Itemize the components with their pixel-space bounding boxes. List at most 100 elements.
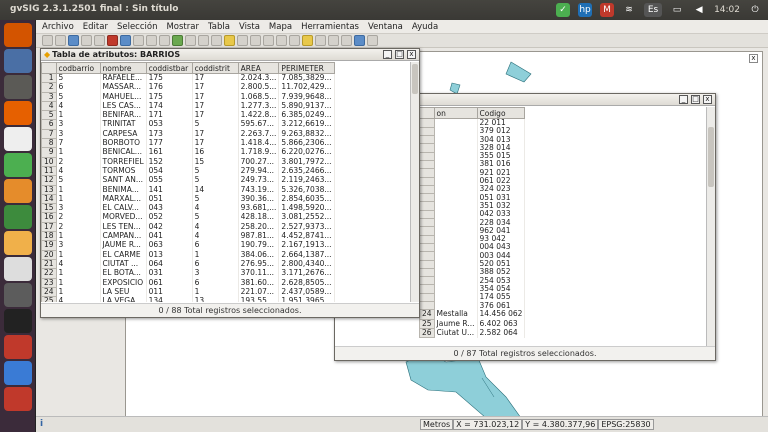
scroll-thumb[interactable] [708,127,714,187]
sum-icon[interactable] [276,35,287,46]
column-header[interactable]: PERIMETER [278,62,335,74]
table-cell[interactable] [434,268,478,277]
table-cell[interactable] [434,135,478,144]
table-cell[interactable]: LA SEU [100,287,147,297]
maximize-icon[interactable]: □ [691,95,700,104]
table-row[interactable]: 9 1 BENICAL... 161 16 1.718.9... 6.220,0276... [41,147,335,158]
table-cell[interactable]: 4 [192,222,239,232]
hp-icon[interactable]: hp [578,3,593,17]
table-cell[interactable]: 013 [146,250,193,260]
table-cell[interactable]: 17 [192,73,239,83]
table-cell[interactable]: 17 [192,138,239,148]
table-cell[interactable] [434,185,478,194]
table-cell[interactable]: 011 [146,287,193,297]
close-icon[interactable]: x [703,95,712,104]
table-cell[interactable]: 3.081,2552... [278,212,335,223]
table-cell[interactable]: 17 [192,110,239,120]
refresh-icon[interactable] [341,35,352,46]
table-row[interactable]: 26 Ciutat U... 2.582 064 [419,327,526,339]
zoom-in-icon[interactable] [185,35,196,46]
table-cell[interactable] [434,201,478,211]
table-cell[interactable]: 7.085,3829... [278,73,335,83]
table-cell[interactable]: 4 [192,203,239,213]
open-icon[interactable] [55,35,66,46]
table-cell[interactable]: 743.19... [238,185,280,195]
table-cell[interactable]: 1.422.8... [238,110,280,120]
table-row[interactable]: 3 5 MAHUEL... 175 17 1.068.5... 7.939,9648... [41,91,335,102]
table-cell[interactable] [434,152,478,161]
table-cell[interactable]: 1 [56,278,101,288]
table-row[interactable]: 7 3 CARPESA 173 17 2.263.7... 9.263,8832... [41,128,335,140]
table-cell[interactable]: 2.263.7... [238,129,280,139]
column-header[interactable]: codbarrio [55,62,101,74]
table-cell[interactable]: JAUME R... [100,240,147,251]
table-cell[interactable]: BORBOTO [100,138,147,148]
table-row[interactable]: 328 014 [419,143,526,153]
table-cell[interactable]: 190.79... [238,240,280,251]
table-cell[interactable]: 3.212,6619... [278,119,335,130]
table-cell[interactable]: 042 033 [477,210,526,219]
table-cell[interactable] [434,168,478,178]
menu-mostrar[interactable]: Mostrar [166,22,199,32]
volume-icon[interactable]: ◀ [692,3,706,17]
table-cell[interactable]: 93 042 [477,235,526,244]
table-cell[interactable]: 324 023 [477,185,526,194]
table-cell[interactable]: 3 [56,129,101,139]
table-cell[interactable]: 355 015 [477,152,526,161]
firefox-icon[interactable] [4,101,32,125]
undo-icon[interactable] [81,35,92,46]
table-cell[interactable]: 055 [146,175,193,186]
attribute-table-window[interactable]: ◆ Tabla de atributos: BARRIOS _ □ x codb… [40,48,420,318]
table-cell[interactable]: 3 [56,203,101,213]
table-cell[interactable]: 390.36... [238,194,280,204]
table-cell[interactable]: 5 [56,92,101,102]
pan-icon[interactable] [211,35,222,46]
minimize-icon[interactable]: _ [383,50,392,59]
scroll-thumb[interactable] [412,64,418,94]
table-cell[interactable]: Mestalla [434,309,478,320]
select-icon[interactable] [159,35,170,46]
new-icon[interactable] [42,35,53,46]
table-cell[interactable]: 1.068.5... [238,92,280,102]
table-row[interactable]: 14 1 MARXAL... 051 5 390.36... 2.854,6035... [41,193,335,205]
table-cell[interactable]: CAMPAN... [100,231,147,241]
gvsig-icon[interactable] [4,231,32,255]
table-cell[interactable]: 9.263,8832... [278,129,335,139]
table-row[interactable]: 1 5 RAFAELE... 175 17 2.024.3... 7.085,3829... [41,72,335,84]
table-row[interactable]: 174 055 [419,292,526,303]
table-cell[interactable]: BENIMA... [100,185,147,195]
table-cell[interactable]: 1 [56,147,101,158]
table-row[interactable]: 15 3 EL CALV... 043 4 93.681,... 1.498,5920... [41,203,335,214]
table-cell[interactable]: 6.220,0276... [278,147,335,158]
table-cell[interactable] [434,301,478,310]
table-cell[interactable] [434,127,478,136]
table-row[interactable]: 16 2 MORVED... 052 5 428.18... 3.081,2552... [41,212,335,223]
table-cell[interactable]: CARPESA [100,129,147,139]
table-cell[interactable]: 1.498,5920... [278,203,335,213]
menu-ayuda[interactable]: Ayuda [412,22,438,32]
sort-icon[interactable] [289,35,300,46]
menu-mapa[interactable]: Mapa [269,22,292,32]
table-cell[interactable]: 7 [56,138,101,148]
table-cell[interactable]: 1 [192,287,239,297]
table-cell[interactable]: Jaume R... [434,319,478,329]
table-cell[interactable]: 2.437,0589... [278,287,335,297]
filter-icon[interactable] [237,35,248,46]
table-cell[interactable]: 6.402 063 [477,319,526,329]
table-cell[interactable]: EL CALV... [100,203,147,213]
table-row[interactable]: 25 Jaume R... 6.402 063 [419,318,526,329]
table-cell[interactable]: 042 [146,222,193,232]
table-row[interactable]: 381 016 [419,159,526,170]
table-cell[interactable]: MARXAL... [100,194,147,204]
table-row[interactable]: 25 4 LA VEGA... 134 13 193.55... 1.951,3965... [41,296,335,302]
table-cell[interactable]: 1 [192,250,239,260]
table-cell[interactable]: 1 [56,185,101,195]
table-cell[interactable]: 171 [146,110,193,120]
vertical-scrollbar[interactable] [706,107,715,347]
chrome-icon[interactable] [4,205,32,229]
table-cell[interactable]: MASSAR... [100,82,147,93]
table-cell[interactable]: 351 032 [477,201,526,211]
table-row[interactable]: 042 033 [419,209,526,220]
table-cell[interactable]: 4 [56,296,101,302]
table-cell[interactable] [434,243,478,252]
